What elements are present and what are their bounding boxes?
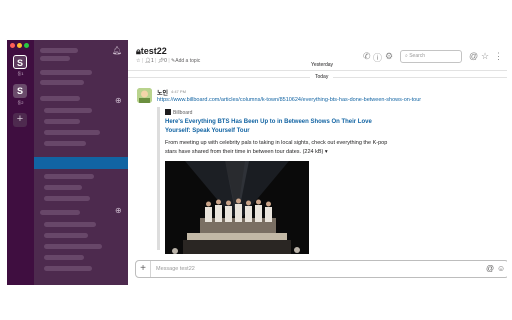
star-icon[interactable]: ☆ xyxy=(136,58,140,64)
message-composer[interactable]: + Message test22 @ ☺ xyxy=(135,260,507,278)
workspace-name-blurred xyxy=(40,48,78,53)
workspace-initial: S xyxy=(16,58,23,68)
sidebar-item-blurred[interactable] xyxy=(44,185,82,190)
more-icon[interactable]: ⋮ xyxy=(494,51,503,62)
phone-icon[interactable]: ✆ xyxy=(363,51,371,62)
add-workspace-button[interactable]: + xyxy=(13,113,27,127)
maximize-window-button[interactable] xyxy=(24,43,29,48)
sidebar-item-blurred[interactable] xyxy=(44,141,86,146)
attach-button[interactable]: + xyxy=(136,261,151,277)
workspace-rail: S 동1 S 동2 + xyxy=(7,40,34,285)
channel-sidebar: 🔔︎ ⊕ ⊕ xyxy=(34,40,128,285)
sidebar-item-blurred[interactable] xyxy=(44,244,102,249)
search-icon: ⌕ xyxy=(405,53,408,59)
sidebar-item-blurred[interactable] xyxy=(44,255,84,260)
caret-down-icon[interactable]: ▾ xyxy=(325,149,328,155)
header-divider xyxy=(128,70,507,71)
sidebar-item-blurred[interactable] xyxy=(40,70,92,75)
sidebar-item-blurred[interactable] xyxy=(44,266,92,271)
pin-count[interactable]: 0 xyxy=(164,58,167,64)
preview-site-name: Billboard xyxy=(173,110,193,116)
sidebar-item-blurred[interactable] xyxy=(40,96,80,101)
sender-name[interactable]: 노인 xyxy=(157,88,168,97)
sidebar-item-blurred[interactable] xyxy=(40,210,80,215)
workspace-switcher-2[interactable]: S xyxy=(13,84,27,98)
workspace-label: 동2 xyxy=(17,100,24,105)
search-placeholder: Search xyxy=(409,53,426,59)
preview-title[interactable]: Here's Everything BTS Has Been Up to in … xyxy=(165,118,395,136)
link-preview: Billboard Here's Everything BTS Has Been… xyxy=(157,107,397,254)
info-icon[interactable]: ⓘ xyxy=(373,51,382,64)
sidebar-item-blurred[interactable] xyxy=(44,222,96,227)
sidebar-item-test22-active[interactable] xyxy=(34,157,128,169)
add-channel-icon[interactable]: ⊕ xyxy=(115,96,122,105)
sidebar-item-blurred[interactable] xyxy=(44,108,92,113)
add-direct-message-icon[interactable]: ⊕ xyxy=(115,206,122,215)
sidebar-item-blurred[interactable] xyxy=(44,119,80,124)
mentions-icon[interactable]: @ xyxy=(469,51,478,61)
slack-window: S 동1 S 동2 + 🔔︎ ⊕ ⊕ 🔒︎test22 ☆ | 👤︎1 | 📌︎… xyxy=(7,40,507,285)
search-input[interactable]: ⌕ Search xyxy=(400,50,462,63)
close-window-button[interactable] xyxy=(10,43,15,48)
billboard-icon xyxy=(165,109,171,115)
sidebar-item-blurred[interactable] xyxy=(44,174,94,179)
preview-image[interactable] xyxy=(165,161,309,254)
sidebar-item-blurred[interactable] xyxy=(40,80,84,85)
date-divider-yesterday: Yesterday xyxy=(306,62,339,68)
channel-meta: ☆ | 👤︎1 | 📌︎0 | ✎Add a topic xyxy=(136,58,201,64)
date-divider-today: Today xyxy=(310,74,334,80)
bell-icon[interactable]: 🔔︎ xyxy=(112,46,122,55)
gear-icon[interactable]: ⚙ xyxy=(385,51,393,62)
preview-image-size: (224 kB) xyxy=(302,148,324,155)
sidebar-item-blurred[interactable] xyxy=(44,233,88,238)
minimize-window-button[interactable] xyxy=(17,43,22,48)
mention-icon[interactable]: @ xyxy=(486,264,494,273)
preview-site: Billboard xyxy=(165,109,192,116)
emoji-icon[interactable]: ☺ xyxy=(497,264,505,273)
channel-title[interactable]: 🔒︎test22 xyxy=(136,46,167,57)
channel-name: test22 xyxy=(140,46,167,56)
preview-description: From meeting up with celebrity pals to t… xyxy=(165,139,395,156)
workspace-switcher-1[interactable]: S xyxy=(13,55,27,69)
sidebar-item-blurred[interactable] xyxy=(44,196,90,201)
main-pane: 🔒︎test22 ☆ | 👤︎1 | 📌︎0 | ✎Add a topic ✆ … xyxy=(128,40,507,285)
message-input[interactable]: Message test22 xyxy=(156,266,195,272)
sidebar-item-blurred[interactable] xyxy=(44,130,100,135)
workspace-label: 동1 xyxy=(17,71,24,76)
avatar[interactable] xyxy=(137,88,152,103)
preview-description-text: From meeting up with celebrity pals to t… xyxy=(165,140,388,155)
workspace-initial: S xyxy=(16,86,23,96)
message-link[interactable]: https://www.billboard.com/articles/colum… xyxy=(157,97,421,103)
member-count[interactable]: 1 xyxy=(151,58,154,64)
message-timestamp[interactable]: 4:47 PM xyxy=(171,89,186,94)
add-topic-link[interactable]: Add a topic xyxy=(175,58,200,64)
starred-icon[interactable]: ☆ xyxy=(481,51,489,62)
user-status-blurred xyxy=(40,56,70,61)
